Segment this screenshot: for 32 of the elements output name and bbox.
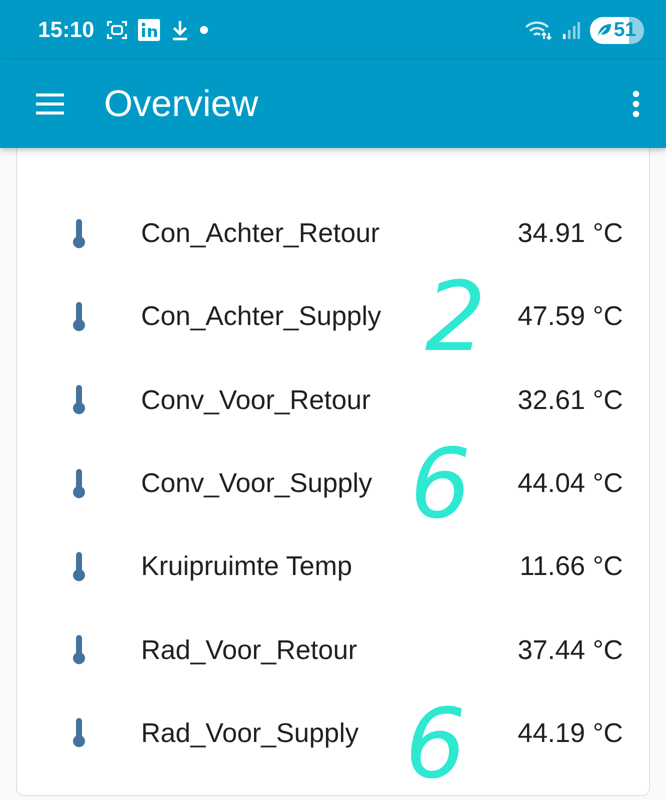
thermometer-icon [71, 718, 87, 748]
entity-value: 32.61 °C [518, 384, 624, 416]
handwritten-number: 2 [425, 268, 486, 364]
entity-value: 47.59 °C [518, 301, 624, 332]
entity-name[interactable]: Con_Achter_Retour [141, 218, 518, 250]
entity-value: 44.19 °C [518, 718, 624, 749]
entity-name[interactable]: Rad_Voor_Retour [141, 634, 518, 666]
more-options-icon[interactable] [632, 90, 640, 118]
clock-time: 15:10 [38, 17, 94, 43]
app-title: Overview [104, 83, 260, 125]
linkedin-icon [138, 19, 160, 41]
handwritten-number: 6 [410, 436, 472, 532]
handwritten-number: 6 [405, 696, 466, 792]
thermometer-icon [71, 468, 87, 499]
screenshot-icon [106, 19, 128, 41]
entity-value: 37.44 °C [518, 634, 624, 666]
thermometer-icon [71, 302, 87, 332]
thermometer-icon [71, 635, 87, 666]
signal-icon [562, 20, 580, 40]
entity-value: 34.91 °C [518, 218, 624, 250]
entity-name[interactable]: Kruipruimte Temp [141, 551, 520, 582]
dot-icon [200, 26, 208, 34]
thermometer-icon [71, 552, 87, 582]
menu-icon[interactable] [34, 92, 66, 116]
entity-name[interactable]: Conv_Voor_Retour [141, 384, 518, 416]
thermometer-icon [71, 385, 87, 416]
wifi-icon [524, 19, 552, 41]
battery-level: 51 [614, 18, 636, 42]
leaf-icon [596, 22, 612, 38]
thermometer-icon [71, 218, 87, 249]
entity-value: 11.66 °C [520, 551, 624, 582]
entity-value: 44.04 °C [518, 468, 624, 500]
